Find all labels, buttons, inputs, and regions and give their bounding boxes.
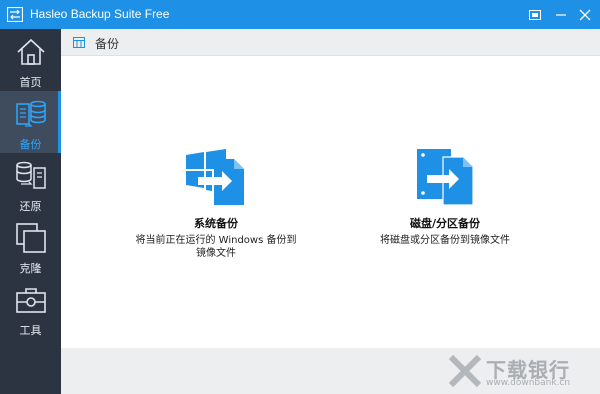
disk-backup-icon bbox=[417, 149, 474, 206]
watermark: 下载银行 www.downbank.cn bbox=[442, 352, 592, 392]
system-backup-icon bbox=[186, 149, 244, 205]
close-icon[interactable] bbox=[570, 0, 600, 29]
sidebar-item-tools[interactable]: 工具 bbox=[0, 277, 61, 339]
sidebar-item-label: 克隆 bbox=[19, 262, 42, 275]
backup-icon bbox=[16, 100, 46, 127]
tools-icon bbox=[16, 288, 46, 313]
card-title: 系统备份 bbox=[194, 217, 238, 230]
card-description-line: 镜像文件 bbox=[196, 248, 236, 259]
system-backup-card[interactable]: 系统备份 将当前正在运行的 Windows 备份到 镜像文件 bbox=[131, 147, 301, 287]
sidebar-item-home[interactable]: 首页 bbox=[0, 29, 61, 91]
page-title: 备份 bbox=[95, 37, 120, 51]
watermark-url: www.downbank.cn bbox=[486, 378, 571, 388]
title-bar: Hasleo Backup Suite Free bbox=[0, 0, 600, 29]
sidebar-item-restore[interactable]: 还原 bbox=[0, 153, 61, 215]
card-description-line: 将磁盘或分区备份到镜像文件 bbox=[380, 235, 510, 246]
grid-icon bbox=[73, 37, 85, 51]
sidebar: 首页 备份 还原 克隆 工具 bbox=[0, 29, 61, 394]
sidebar-item-backup[interactable]: 备份 bbox=[0, 91, 61, 153]
main-content: 系统备份 将当前正在运行的 Windows 备份到 镜像文件 磁盘/分区备份 将… bbox=[61, 57, 600, 348]
app-logo-icon bbox=[6, 6, 24, 23]
page-header: 备份 bbox=[61, 29, 600, 56]
restore-icon bbox=[16, 161, 46, 189]
home-icon bbox=[17, 38, 45, 65]
card-description-line: 将当前正在运行的 Windows 备份到 bbox=[135, 235, 297, 246]
card-title: 磁盘/分区备份 bbox=[409, 217, 481, 230]
window-title: Hasleo Backup Suite Free bbox=[30, 7, 170, 21]
disk-backup-card[interactable]: 磁盘/分区备份 将磁盘或分区备份到镜像文件 bbox=[360, 147, 530, 287]
watermark-logo-icon bbox=[448, 354, 482, 388]
sidebar-item-label: 还原 bbox=[19, 200, 42, 213]
sidebar-item-label: 工具 bbox=[19, 324, 42, 337]
sidebar-item-label: 首页 bbox=[19, 76, 42, 89]
clone-icon bbox=[16, 223, 46, 253]
sidebar-item-clone[interactable]: 克隆 bbox=[0, 215, 61, 277]
sidebar-item-label: 备份 bbox=[19, 138, 42, 151]
